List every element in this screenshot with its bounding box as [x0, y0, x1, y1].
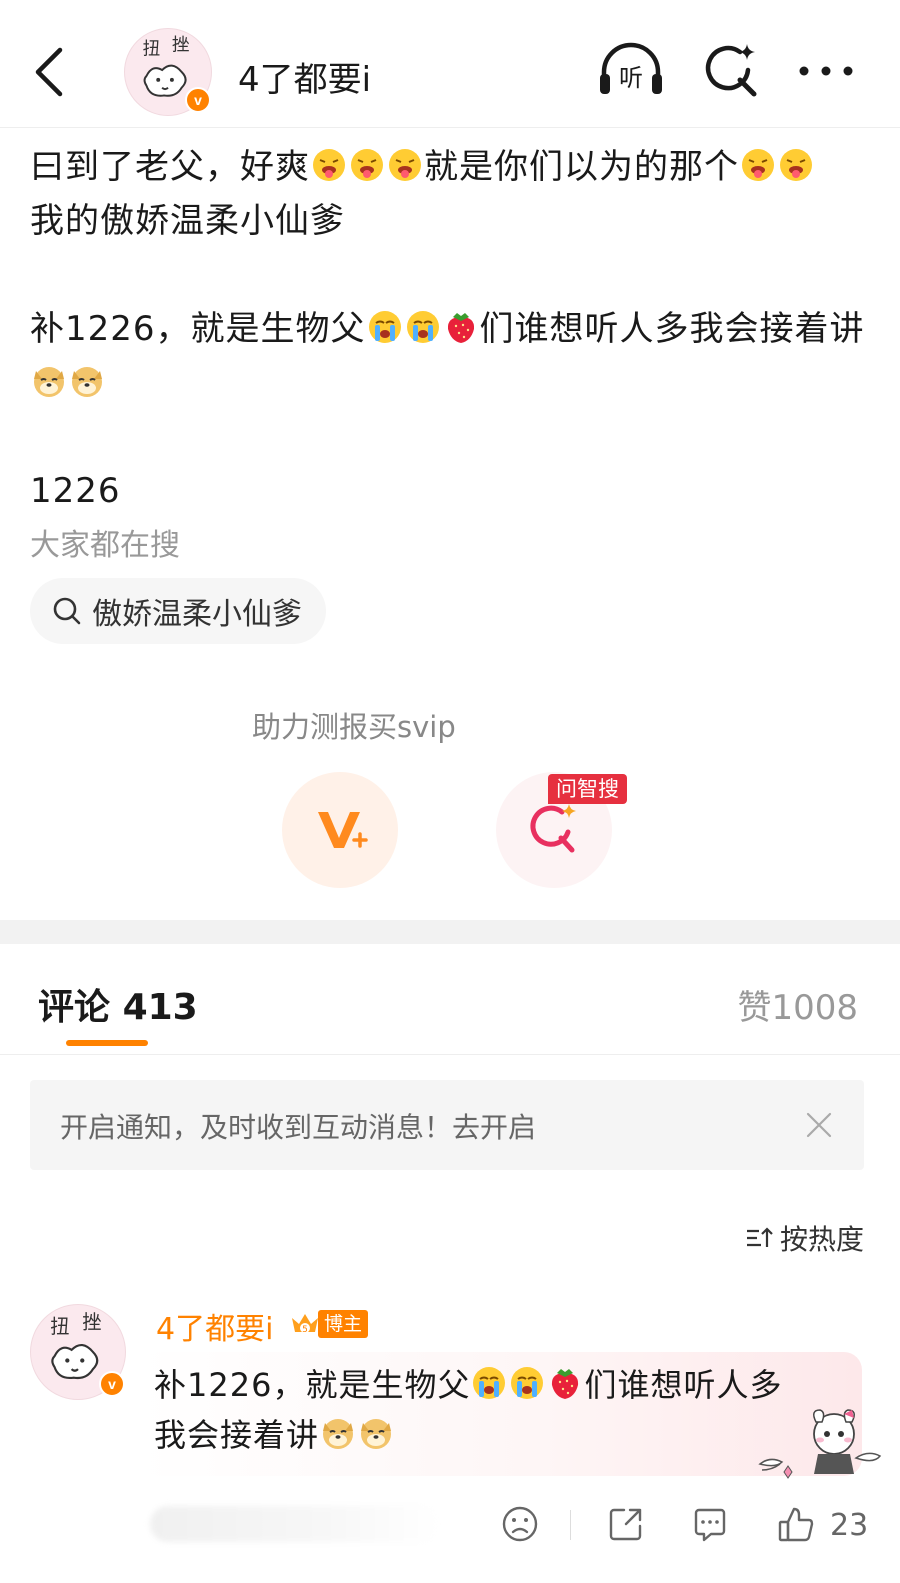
tab-likes-label: 赞: [737, 988, 772, 1028]
commenter-name[interactable]: 4了都要i: [156, 1304, 273, 1348]
verified-badge-icon: v: [185, 87, 211, 113]
comment-text[interactable]: 补1226，就是生物父 们谁想听人多 我会接着讲: [154, 1360, 854, 1460]
author-tag-badge: 博主: [318, 1310, 369, 1338]
section-divider: [0, 920, 900, 944]
comment-text-part: 我会接着讲: [154, 1416, 320, 1454]
sparkle-search-icon[interactable]: [700, 40, 762, 102]
ask-smart-search-badge: 问智搜: [548, 774, 627, 804]
crying-face-emoji-icon: [367, 309, 403, 345]
user-avatar[interactable]: 扭 挫 v: [124, 28, 212, 116]
user-name[interactable]: 4了都要i: [238, 52, 371, 101]
action-divider: [570, 1510, 571, 1540]
search-icon: [53, 597, 81, 625]
post-paragraph-3: 1226: [30, 471, 121, 511]
trending-search-label: 傲娇温柔小仙爹: [92, 597, 302, 632]
post-text: 补1226，就是生物父: [30, 309, 366, 349]
more-dots-icon[interactable]: [796, 40, 856, 102]
post-text: 们谁想听人多我会接着讲: [479, 309, 865, 349]
post-paragraph-1: 曰到了老父，好爽 就是你们以为的那个 我的傲娇温柔小仙爹: [30, 140, 875, 248]
share-icon[interactable]: [606, 1504, 646, 1544]
post-body: 曰到了老父，好爽 就是你们以为的那个 我的傲娇温柔小仙爹 补1226，就是生物父 们…: [30, 140, 875, 572]
comment-like-count: 23: [830, 1508, 869, 1543]
sort-by-hot-button[interactable]: 按热度: [744, 1218, 864, 1258]
post-paragraph-2: 补1226，就是生物父 们谁想听人多我会接着讲: [30, 302, 875, 410]
comment-text-part: 补1226，就是生物父: [154, 1366, 471, 1404]
bubble-decoration-sticker-icon: [758, 1409, 882, 1479]
sad-face-icon[interactable]: [500, 1504, 540, 1544]
tab-divider: [0, 1054, 900, 1055]
tab-likes-count: 1008: [771, 988, 858, 1028]
back-chevron-icon[interactable]: [28, 44, 72, 100]
notification-banner[interactable]: 开启通知，及时收到互动消息！去开启: [30, 1080, 864, 1170]
doge-emoji-icon: [358, 1415, 394, 1451]
sort-icon: [746, 1227, 773, 1247]
top-bar: 扭 挫 v 4了都要i 听: [0, 0, 900, 128]
notification-text[interactable]: 开启通知，及时收到互动消息！去开启: [60, 1106, 536, 1146]
trending-search-chip[interactable]: 傲娇温柔小仙爹: [30, 578, 326, 644]
crying-face-emoji-icon: [405, 309, 441, 345]
active-tab-indicator: [66, 1040, 148, 1046]
svg-text:挫: 挫: [82, 1311, 101, 1334]
tongue-face-emoji-icon: [387, 147, 423, 183]
vip-plus-button[interactable]: [282, 772, 398, 888]
doge-emoji-icon: [69, 363, 105, 399]
post-text: 就是你们以为的那个: [424, 147, 739, 187]
svg-text:5: 5: [302, 1325, 308, 1335]
tongue-face-emoji-icon: [740, 147, 776, 183]
tab-likes[interactable]: 赞1008: [737, 980, 858, 1029]
crying-face-emoji-icon: [509, 1365, 545, 1401]
sparkle-search-icon: [530, 804, 576, 853]
close-icon[interactable]: [804, 1110, 834, 1140]
crying-face-emoji-icon: [471, 1365, 507, 1401]
tab-comments[interactable]: 评论 413: [38, 978, 198, 1030]
doge-emoji-icon: [31, 363, 67, 399]
sort-label: 按热度: [779, 1223, 864, 1256]
post-text: 曰到了老父，好爽: [30, 147, 310, 187]
tab-comments-count: 413: [122, 987, 198, 1028]
thumbs-up-icon[interactable]: [776, 1504, 816, 1544]
fan-level-crown-icon: 5: [292, 1314, 318, 1335]
vip-plus-icon: [318, 812, 368, 848]
comment-bubble-icon[interactable]: [690, 1504, 730, 1544]
verified-badge-icon: v: [99, 1371, 125, 1397]
svg-text:扭: 扭: [50, 1315, 69, 1338]
doge-emoji-icon: [320, 1415, 356, 1451]
svg-text:挫: 挫: [172, 36, 190, 56]
vip-promo-label: 助力测报买svip: [250, 704, 458, 750]
tongue-face-emoji-icon: [778, 147, 814, 183]
tongue-face-emoji-icon: [349, 147, 385, 183]
headphones-listen-icon[interactable]: 听: [596, 40, 666, 102]
commenter-avatar[interactable]: 扭 挫 v: [30, 1304, 126, 1400]
strawberry-emoji-icon: [547, 1365, 583, 1401]
blurred-reply-preview: [150, 1506, 440, 1542]
trending-search-title: 大家都在搜: [30, 528, 180, 563]
tab-comments-label: 评论: [38, 987, 111, 1028]
listen-label: 听: [619, 64, 643, 92]
svg-text:扭: 扭: [143, 39, 161, 59]
strawberry-emoji-icon: [443, 309, 479, 345]
comment-action-bar: 23: [0, 1500, 900, 1550]
tongue-face-emoji-icon: [311, 147, 347, 183]
comment-text-part: 们谁想听人多: [584, 1366, 783, 1404]
post-text: 我的傲娇温柔小仙爹: [30, 201, 345, 241]
